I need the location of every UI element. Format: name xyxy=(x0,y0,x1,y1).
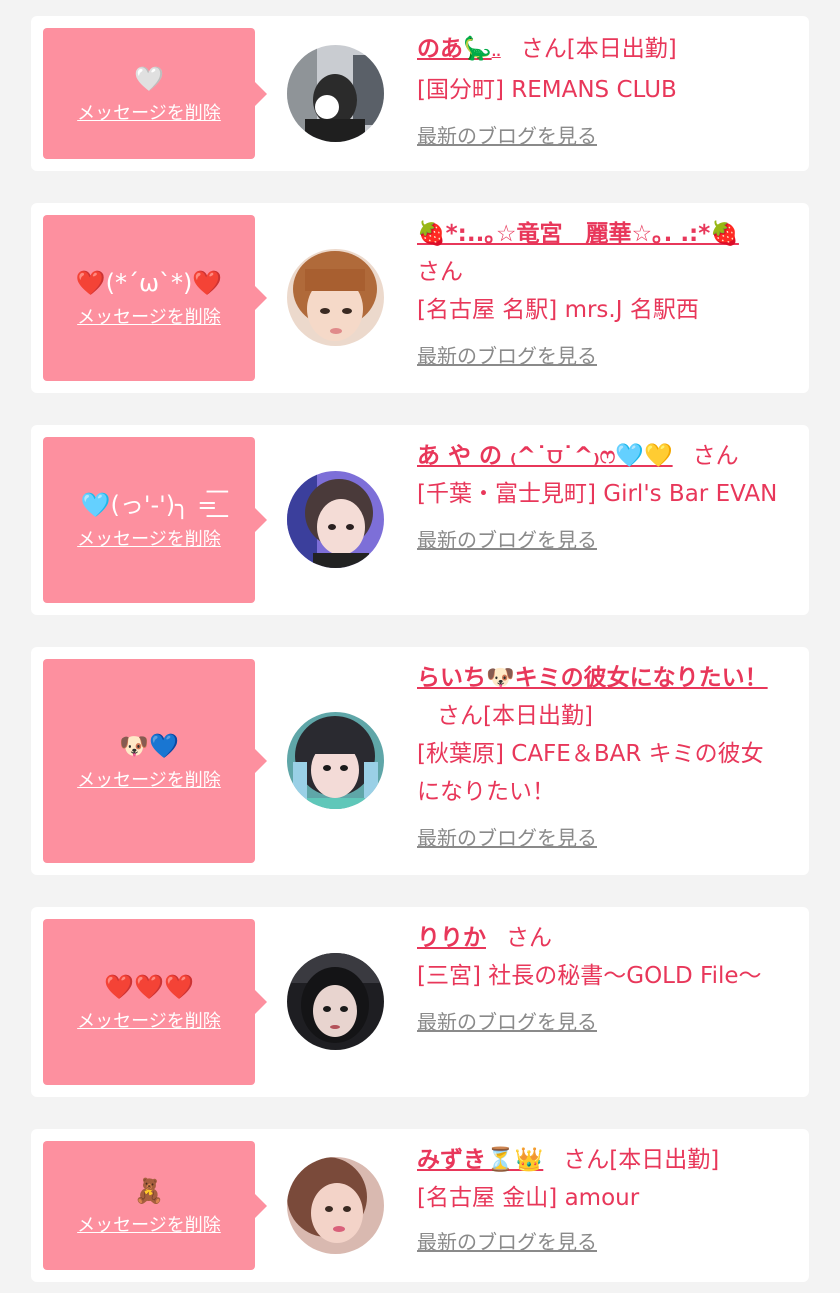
delete-message-button[interactable]: メッセージを削除 xyxy=(77,99,221,125)
delete-message-button[interactable]: メッセージを削除 xyxy=(77,766,221,792)
delete-message-button[interactable]: メッセージを削除 xyxy=(77,303,221,329)
honorific: さん xyxy=(506,925,552,951)
favorite-card: ❤️❤️❤️ メッセージを削除 りりか さん [三宮] 社長の秘書〜GOLD Fi… xyxy=(31,907,809,1097)
message-text: 🐶💙 xyxy=(119,732,179,760)
girl-photo-avatar-icon xyxy=(287,1157,384,1254)
girl-photo-avatar-icon xyxy=(287,249,384,346)
avatar[interactable] xyxy=(287,1157,384,1254)
message-text: ❤️❤️❤️ xyxy=(104,973,194,1001)
girl-name-link[interactable]: のあ🦕 xyxy=(417,36,492,62)
favorite-card: 🐶💙 メッセージを削除 らいち🐶キミの彼女になりたい！ さん[本日出勤] [秋葉原… xyxy=(31,647,809,875)
latest-blog-link[interactable]: 最新のブログを見る xyxy=(417,524,597,553)
honorific-status: さん[本日出勤] xyxy=(563,1147,720,1173)
avatar[interactable] xyxy=(287,471,384,568)
message-box: ❤️(*´ω`*)❤️ メッセージを削除 xyxy=(43,215,267,381)
girl-info: 🍓*:..｡☆竜宮 麗華☆｡. .:*🍓 さん [名古屋 名駅] mrs.J 名… xyxy=(417,215,785,369)
girl-name-link[interactable]: みずき⏳👑 xyxy=(417,1147,543,1173)
honorific-status: さん[本日出勤] xyxy=(437,703,593,729)
latest-blog-link[interactable]: 最新のブログを見る xyxy=(417,340,597,369)
girl-info: らいち🐶キミの彼女になりたい！ さん[本日出勤] [秋葉原] CAFE＆BAR キ… xyxy=(417,659,785,851)
shop-name: [千葉・富士見町] Girl's Bar EVAN xyxy=(417,481,778,507)
girl-info: あ や の ₍^˙⩌˙^₎ෆ🩵💛 さん [千葉・富士見町] Girl's Bar … xyxy=(417,437,785,553)
delete-message-button[interactable]: メッセージを削除 xyxy=(77,1211,221,1237)
shop-name: [国分町] REMANS CLUB xyxy=(417,77,677,103)
honorific: さん xyxy=(692,443,739,469)
favorite-card: 🤍 メッセージを削除 のあ🦕.. さん[本日出勤] [国分町] REMANS CL… xyxy=(31,16,809,171)
delete-message-button[interactable]: メッセージを削除 xyxy=(77,1007,221,1033)
avatar[interactable] xyxy=(287,45,384,142)
message-text: 🩵(っ'-')╮ =͟͟͞͞ xyxy=(80,491,218,519)
honorific-status: さん[本日出勤] xyxy=(520,36,677,62)
girl-photo-avatar-icon xyxy=(287,953,384,1050)
girl-name-link[interactable]: 🍓*:..｡☆竜宮 麗華☆｡. .:*🍓 xyxy=(417,221,739,247)
girl-info: みずき⏳👑 さん[本日出勤] [名古屋 金山] amour 最新のブログを見る xyxy=(417,1141,785,1255)
girl-photo-avatar-icon xyxy=(287,712,384,809)
girl-info: りりか さん [三宮] 社長の秘書〜GOLD File〜 最新のブログを見る xyxy=(417,919,785,1035)
latest-blog-link[interactable]: 最新のブログを見る xyxy=(417,1226,597,1255)
girl-name-link[interactable]: あ や の ₍^˙⩌˙^₎ෆ🩵💛 xyxy=(417,443,673,469)
girl-name-link[interactable]: らいち🐶キミの彼女になりたい！ xyxy=(417,665,768,691)
avatar[interactable] xyxy=(287,712,384,809)
message-text: 🧸 xyxy=(134,1176,164,1205)
favorite-card: ❤️(*´ω`*)❤️ メッセージを削除 🍓*:..｡☆竜宮 麗華☆｡. .:*… xyxy=(31,203,809,393)
message-text: ❤️(*´ω`*)❤️ xyxy=(75,269,223,297)
message-box: 🐶💙 メッセージを削除 xyxy=(43,659,267,863)
girl-name-link[interactable]: りりか xyxy=(417,925,486,951)
girl-photo-avatar-icon xyxy=(287,471,384,568)
message-box: 🧸 メッセージを削除 xyxy=(43,1141,267,1270)
avatar[interactable] xyxy=(287,953,384,1050)
message-box: ❤️❤️❤️ メッセージを削除 xyxy=(43,919,267,1085)
favorite-card: 🩵(っ'-')╮ =͟͟͞͞ メッセージを削除 あ や の ₍^˙⩌˙^₎ෆ🩵💛… xyxy=(31,425,809,615)
shop-name: [名古屋 名駅] mrs.J 名駅西 xyxy=(417,297,699,323)
shop-name: [秋葉原] CAFE＆BAR キミの彼女になりたい！ xyxy=(417,741,764,805)
latest-blog-link[interactable]: 最新のブログを見る xyxy=(417,1006,597,1035)
shop-name: [三宮] 社長の秘書〜GOLD File〜 xyxy=(417,963,762,989)
message-text: 🤍 xyxy=(134,64,164,93)
avatar[interactable] xyxy=(287,249,384,346)
girl-info: のあ🦕.. さん[本日出勤] [国分町] REMANS CLUB 最新のブログを見… xyxy=(417,30,785,149)
favorites-list: 🤍 メッセージを削除 のあ🦕.. さん[本日出勤] [国分町] REMANS CL… xyxy=(0,0,840,1293)
shop-name: [名古屋 金山] amour xyxy=(417,1185,640,1211)
honorific: さん xyxy=(417,259,463,285)
latest-blog-link[interactable]: 最新のブログを見る xyxy=(417,822,597,851)
message-box: 🤍 メッセージを削除 xyxy=(43,28,267,159)
latest-blog-link[interactable]: 最新のブログを見る xyxy=(417,120,597,149)
favorite-card: 🧸 メッセージを削除 みずき⏳👑 さん[本日出勤] [名古屋 金山] amour … xyxy=(31,1129,809,1282)
message-box: 🩵(っ'-')╮ =͟͟͞͞ メッセージを削除 xyxy=(43,437,267,603)
delete-message-button[interactable]: メッセージを削除 xyxy=(77,525,221,551)
girl-photo-avatar-icon xyxy=(287,45,384,142)
girl-name-suffix[interactable]: .. xyxy=(492,45,501,59)
